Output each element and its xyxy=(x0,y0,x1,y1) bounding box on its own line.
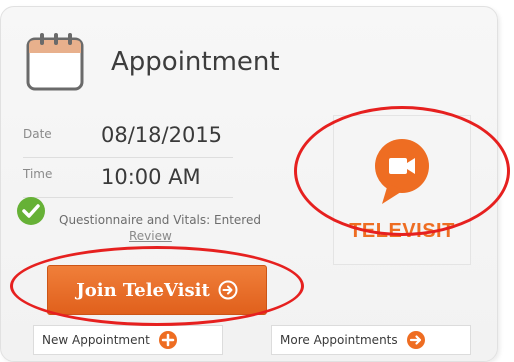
more-appointments-button[interactable]: More Appointments xyxy=(271,325,471,355)
date-label: Date xyxy=(23,127,52,141)
more-appointments-label: More Appointments xyxy=(280,333,398,347)
card-title: Appointment xyxy=(111,47,280,77)
calendar-icon xyxy=(26,33,84,91)
televisit-label: TELEVISIT xyxy=(349,220,455,242)
date-value: 08/18/2015 xyxy=(101,123,223,147)
questionnaire-status: Questionnaire and Vitals: Entered xyxy=(59,213,261,227)
new-appointment-label: New Appointment xyxy=(42,333,150,347)
divider xyxy=(23,197,233,198)
time-label: Time xyxy=(23,167,53,181)
video-chat-icon xyxy=(375,139,429,204)
arrow-right-circle-icon xyxy=(218,280,238,300)
time-value: 10:00 AM xyxy=(101,165,201,189)
new-appointment-button[interactable]: New Appointment xyxy=(33,325,223,355)
review-link[interactable]: Review xyxy=(129,229,172,243)
divider xyxy=(23,157,233,158)
televisit-tile[interactable]: TELEVISIT xyxy=(333,115,471,265)
plus-circle-icon xyxy=(158,331,177,349)
join-televisit-label: Join TeleVisit xyxy=(76,279,210,301)
arrow-right-circle-icon xyxy=(406,331,425,349)
checkmark-icon xyxy=(17,197,45,225)
join-televisit-button[interactable]: Join TeleVisit xyxy=(47,265,267,315)
appointment-card: Appointment Date 08/18/2015 Time 10:00 A… xyxy=(0,6,498,362)
